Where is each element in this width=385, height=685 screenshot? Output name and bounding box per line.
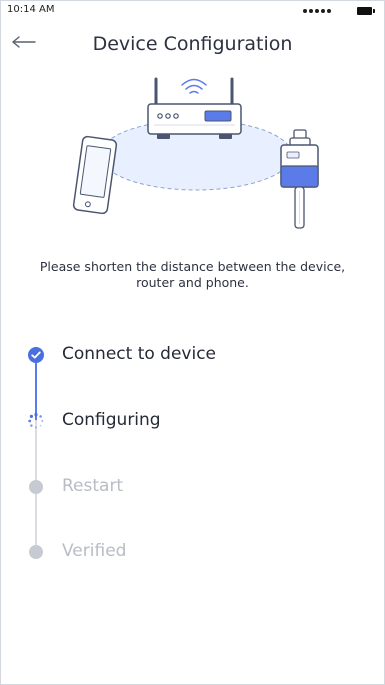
- step-configuring: Configuring: [1, 400, 384, 440]
- check-circle-icon: [28, 347, 44, 363]
- pending-dot-icon: [27, 478, 45, 496]
- battery-icon: [357, 7, 375, 15]
- step-label: Configuring: [62, 410, 161, 430]
- page-title: Device Configuration: [92, 33, 293, 55]
- device-screen: 10:14 AM Device Configuration Please sho…: [0, 0, 385, 685]
- step-label: Restart: [62, 476, 124, 496]
- step-restart: Restart: [1, 466, 384, 506]
- status-time: 10:14 AM: [7, 4, 55, 15]
- wifi-icon: [181, 78, 207, 94]
- status-bar: 10:14 AM: [1, 1, 384, 19]
- proximity-hint: Please shorten the distance between the …: [39, 259, 346, 290]
- proximity-illustration: [56, 63, 336, 245]
- step-label: Verified: [62, 541, 127, 561]
- router-icon: [147, 77, 242, 139]
- signal-icon: [303, 9, 331, 13]
- smart-plug-icon: [280, 129, 319, 229]
- step-label: Connect to device: [62, 344, 217, 364]
- step-verified: Verified: [1, 531, 384, 571]
- pending-dot-icon: [27, 543, 45, 561]
- configuration-steps: Connect to device Configuring Restart Ve…: [1, 326, 384, 586]
- phone-icon: [72, 135, 118, 215]
- step-connect-to-device: Connect to device: [1, 334, 384, 374]
- loading-spinner-icon: [28, 413, 44, 429]
- nav-bar: Device Configuration: [1, 21, 384, 65]
